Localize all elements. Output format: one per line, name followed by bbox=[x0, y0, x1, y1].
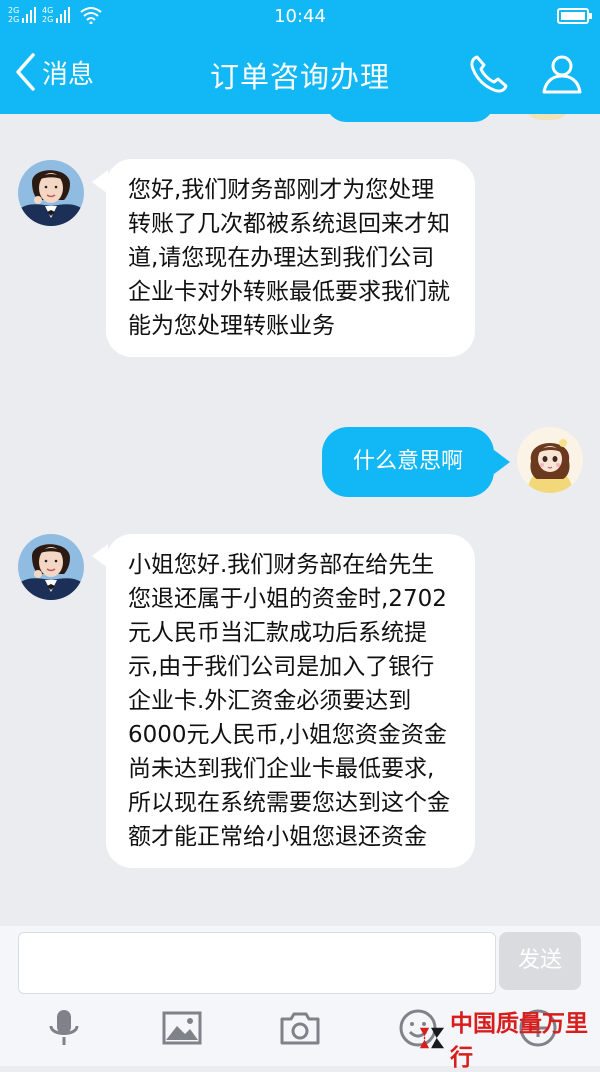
camera-icon[interactable] bbox=[278, 1006, 322, 1050]
user-avatar[interactable] bbox=[517, 427, 583, 493]
message-text: 什么意思啊 bbox=[352, 449, 463, 474]
previous-avatar bbox=[522, 114, 572, 120]
watermark-text: 中国质量万里行 bbox=[449, 1010, 588, 1071]
microphone-icon[interactable] bbox=[42, 1006, 86, 1050]
previous-message-bubble bbox=[326, 114, 494, 122]
user-avatar-image bbox=[517, 427, 583, 493]
watermark: 中国质量万里行 bbox=[418, 1010, 600, 1071]
message-text: 您好,我们财务部刚才为您处理转账了几次都被系统退回来才知道,请您现在办理达到我们… bbox=[128, 177, 450, 339]
agent-avatar-image bbox=[18, 534, 84, 600]
agent-avatar[interactable] bbox=[18, 160, 84, 226]
agent-avatar-image bbox=[18, 160, 84, 226]
message-list[interactable]: 您好,我们财务部刚才为您处理转账了几次都被系统退回来才知道,请您现在办理达到我们… bbox=[0, 114, 600, 926]
chat-header: 消息 订单咨询办理 bbox=[0, 34, 600, 114]
message-bubble-incoming[interactable]: 小姐您好.我们财务部在给先生您退还属于小姐的资金时,2702元人民币当汇款成功后… bbox=[106, 534, 475, 868]
status-time: 10:44 bbox=[274, 6, 326, 27]
phone-icon[interactable] bbox=[467, 52, 511, 96]
send-button[interactable]: 发送 bbox=[499, 932, 581, 990]
agent-avatar[interactable] bbox=[18, 534, 84, 600]
message-input[interactable] bbox=[18, 932, 496, 994]
message-text: 小姐您好.我们财务部在给先生您退还属于小姐的资金时,2702元人民币当汇款成功后… bbox=[128, 552, 450, 850]
message-bubble-outgoing[interactable]: 什么意思啊 bbox=[322, 427, 494, 497]
profile-icon[interactable] bbox=[540, 52, 584, 96]
image-icon[interactable] bbox=[160, 1006, 204, 1050]
battery-icon bbox=[557, 8, 592, 24]
bubble-tail bbox=[494, 450, 510, 474]
watermark-logo-icon bbox=[419, 1027, 445, 1049]
message-bubble-incoming[interactable]: 您好,我们财务部刚才为您处理转账了几次都被系统退回来才知道,请您现在办理达到我们… bbox=[106, 159, 475, 357]
status-bar: 2G 2G 4G 2G 10:44 bbox=[0, 0, 600, 34]
